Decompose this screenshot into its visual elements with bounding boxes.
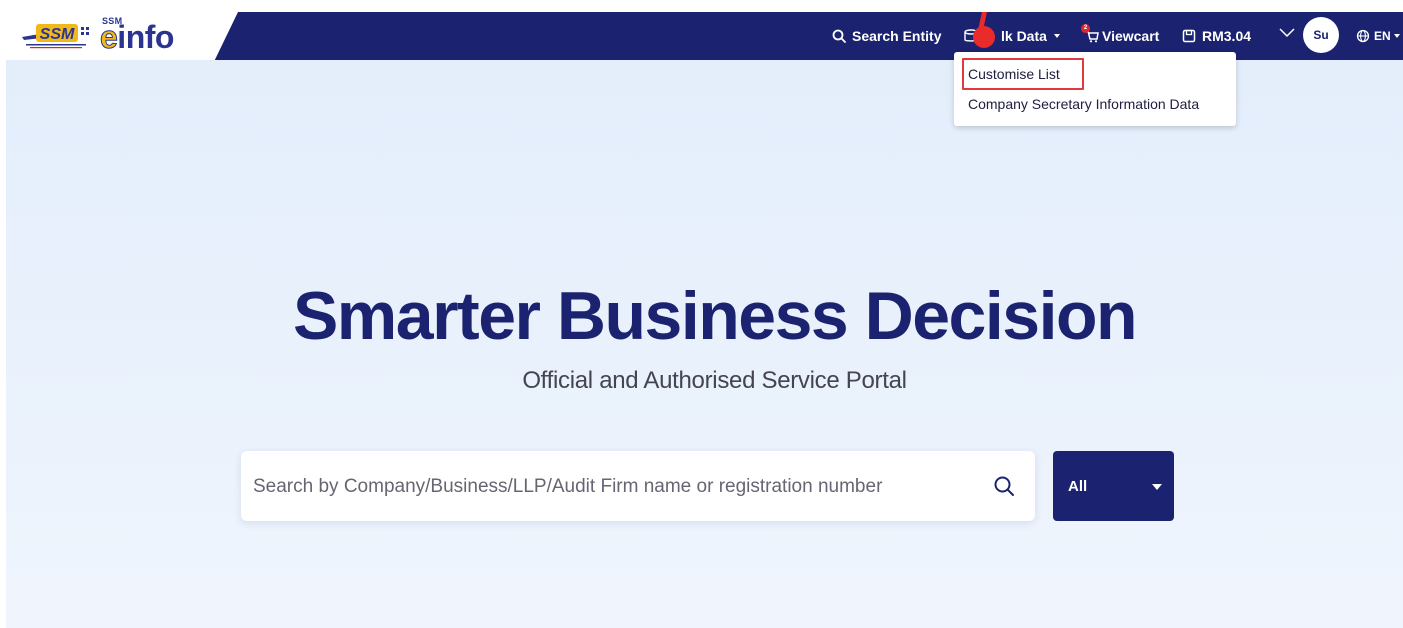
nav-viewcart-label: Viewcart [1102, 28, 1160, 44]
einfo-logo[interactable]: SSM einfo [99, 16, 200, 56]
nav-balance-label: RM3.04 [1202, 28, 1252, 44]
nav-viewcart[interactable]: 2 Viewcart [1081, 24, 1160, 46]
cart-count-badge: 2 [1081, 24, 1090, 33]
nav-bulk-data-label: lk Data [1001, 28, 1047, 44]
bulk-data-dropdown: Customise List Company Secretary Informa… [954, 52, 1236, 126]
nav-language[interactable]: EN [1356, 26, 1400, 46]
menu-item-company-secretary-data[interactable]: Company Secretary Information Data [968, 96, 1199, 112]
globe-icon [1356, 29, 1370, 43]
screenshot-frame: SSM SSM einfo Search Entity lk Data 2 Vi… [0, 0, 1403, 628]
search-input[interactable] [251, 451, 985, 523]
menu-item-customise-list[interactable]: Customise List [968, 66, 1060, 82]
caret-down-icon [1393, 34, 1400, 38]
nav-balance[interactable]: RM3.04 [1182, 26, 1251, 46]
hero-subtitle: Official and Authorised Service Portal [522, 367, 907, 394]
entity-type-select[interactable]: All [1053, 451, 1174, 521]
page: SSM SSM einfo Search Entity lk Data 2 Vi… [6, 12, 1403, 628]
entity-type-selected: All [1068, 478, 1088, 495]
nav-language-label: EN [1374, 29, 1391, 43]
hero-title: Smarter Business Decision [292, 278, 1138, 354]
caret-down-icon [1053, 34, 1060, 38]
wallet-icon [1182, 29, 1196, 43]
ssm-logo-text: SSM [40, 26, 75, 43]
annotation-pointer-dot [973, 26, 995, 48]
nav-search-entity[interactable]: Search Entity [832, 26, 941, 46]
nav-search-entity-label: Search Entity [852, 28, 942, 44]
einfo-logo-text: einfo [99, 19, 174, 55]
search-box [241, 451, 1035, 523]
caret-down-icon [1152, 484, 1162, 490]
chevron-down-icon[interactable] [1278, 27, 1296, 39]
logo-area: SSM SSM einfo [6, 12, 238, 60]
search-icon[interactable] [993, 475, 1015, 497]
cart-icon: 2 [1081, 24, 1099, 43]
user-avatar[interactable]: Su [1303, 17, 1339, 53]
ssm-logo[interactable]: SSM [20, 18, 96, 52]
search-icon [832, 29, 846, 43]
